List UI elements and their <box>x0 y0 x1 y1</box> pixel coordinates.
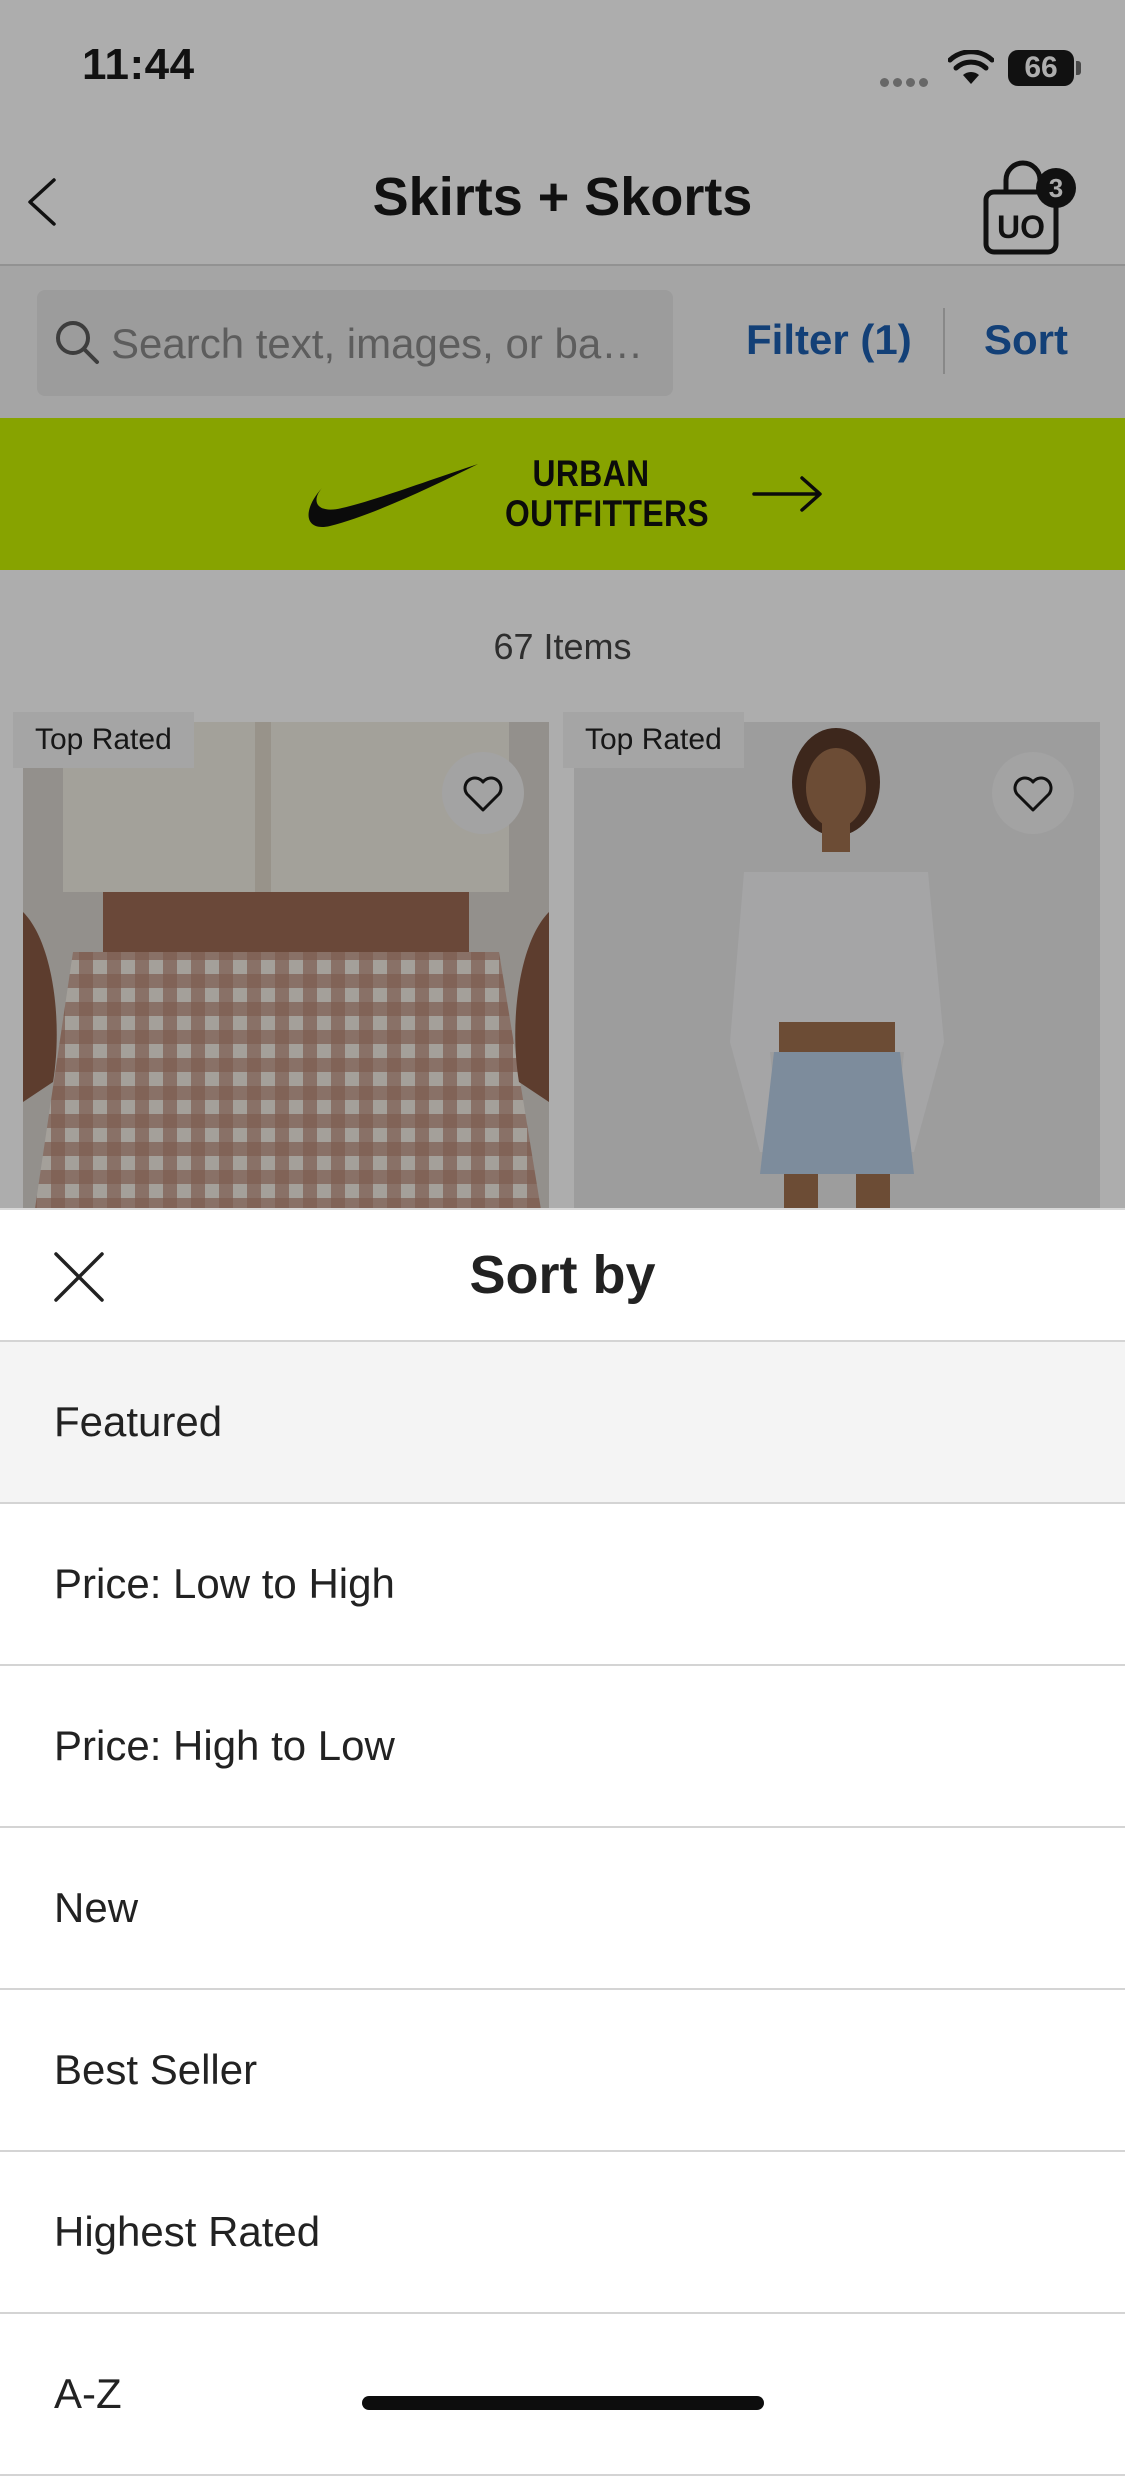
modal-backdrop[interactable] <box>0 0 1125 1210</box>
sort-option-price-high-low[interactable]: Price: High to Low <box>0 1666 1125 1828</box>
sort-option-label: Highest Rated <box>54 2208 321 2255</box>
sort-option-label: A-Z <box>54 2370 122 2417</box>
sort-sheet-title: Sort by <box>469 1245 656 1305</box>
sort-option-new[interactable]: New <box>0 1828 1125 1990</box>
sort-option-featured[interactable]: Featured <box>0 1342 1125 1504</box>
sort-sheet: Sort by Featured Price: Low to High Pric… <box>0 1208 1125 2476</box>
sort-option-label: Price: Low to High <box>54 1560 395 1607</box>
sort-option-a-z[interactable]: A-Z <box>0 2314 1125 2476</box>
sort-option-label: Best Seller <box>54 2046 258 2093</box>
sort-option-highest-rated[interactable]: Highest Rated <box>0 2152 1125 2314</box>
sort-option-best-seller[interactable]: Best Seller <box>0 1990 1125 2152</box>
sort-option-label: Price: High to Low <box>54 1722 395 1769</box>
home-indicator[interactable] <box>362 2396 764 2410</box>
sort-option-label: New <box>54 1884 139 1931</box>
sort-sheet-header: Sort by <box>0 1210 1125 1342</box>
sort-option-label: Featured <box>54 1398 223 1445</box>
sort-option-price-low-high[interactable]: Price: Low to High <box>0 1504 1125 1666</box>
sort-options-list: Featured Price: Low to High Price: High … <box>0 1342 1125 2476</box>
